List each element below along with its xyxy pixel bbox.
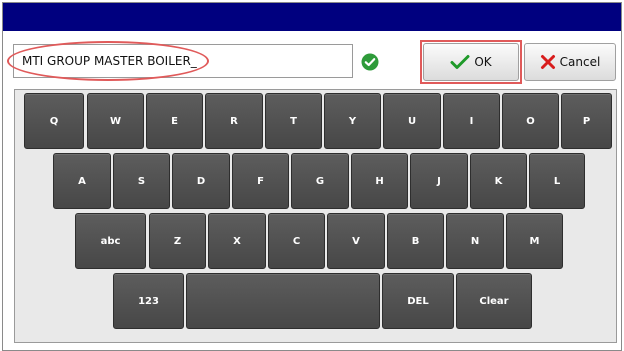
key-clear[interactable]: Clear xyxy=(456,273,532,329)
key-c[interactable]: C xyxy=(268,213,325,269)
cancel-label: Cancel xyxy=(559,55,601,69)
key-e[interactable]: E xyxy=(146,93,203,149)
title-bar xyxy=(3,3,621,31)
key-k[interactable]: K xyxy=(470,153,527,209)
key-o[interactable]: O xyxy=(502,93,559,149)
key-q[interactable]: Q xyxy=(24,93,84,149)
key-u[interactable]: U xyxy=(383,93,441,149)
key-123[interactable]: 123 xyxy=(113,273,184,329)
on-screen-keyboard: Q W E R T Y U I O P A S D F G H J K Labc Z X C V B N M 123 DEL Clear xyxy=(14,89,617,343)
key-m[interactable]: M xyxy=(506,213,563,269)
key-l[interactable]: L xyxy=(529,153,585,209)
key-w[interactable]: W xyxy=(87,93,144,149)
key-p[interactable]: P xyxy=(561,93,612,149)
key-f[interactable]: F xyxy=(232,153,289,209)
key-t[interactable]: T xyxy=(265,93,322,149)
key-r[interactable]: R xyxy=(205,93,263,149)
key-i[interactable]: I xyxy=(443,93,500,149)
key-h[interactable]: H xyxy=(351,153,408,209)
key-space[interactable] xyxy=(186,273,380,329)
key-s[interactable]: S xyxy=(113,153,170,209)
key-a[interactable]: A xyxy=(53,153,111,209)
key-y[interactable]: Y xyxy=(324,93,381,149)
text-input-field[interactable]: MTI GROUP MASTER BOILER_ xyxy=(13,44,353,78)
ok-button[interactable]: OK xyxy=(423,43,519,81)
keyboard-dialog: MTI GROUP MASTER BOILER_ OK Cancel QWERT… xyxy=(2,2,622,351)
x-icon xyxy=(540,55,555,69)
check-circle-icon xyxy=(361,53,379,71)
key-z[interactable]: Z xyxy=(149,213,206,269)
cancel-button[interactable]: Cancel xyxy=(524,43,616,81)
key-v[interactable]: V xyxy=(327,213,385,269)
key-n[interactable]: N xyxy=(446,213,504,269)
check-icon xyxy=(450,55,470,69)
key-g[interactable]: G xyxy=(291,153,349,209)
key-j[interactable]: J xyxy=(410,153,468,209)
key-abc[interactable]: abc xyxy=(75,213,146,269)
key-del[interactable]: DEL xyxy=(382,273,454,329)
ok-label: OK xyxy=(474,55,492,69)
key-b[interactable]: B xyxy=(387,213,444,269)
key-x[interactable]: X xyxy=(208,213,266,269)
key-d[interactable]: D xyxy=(172,153,230,209)
